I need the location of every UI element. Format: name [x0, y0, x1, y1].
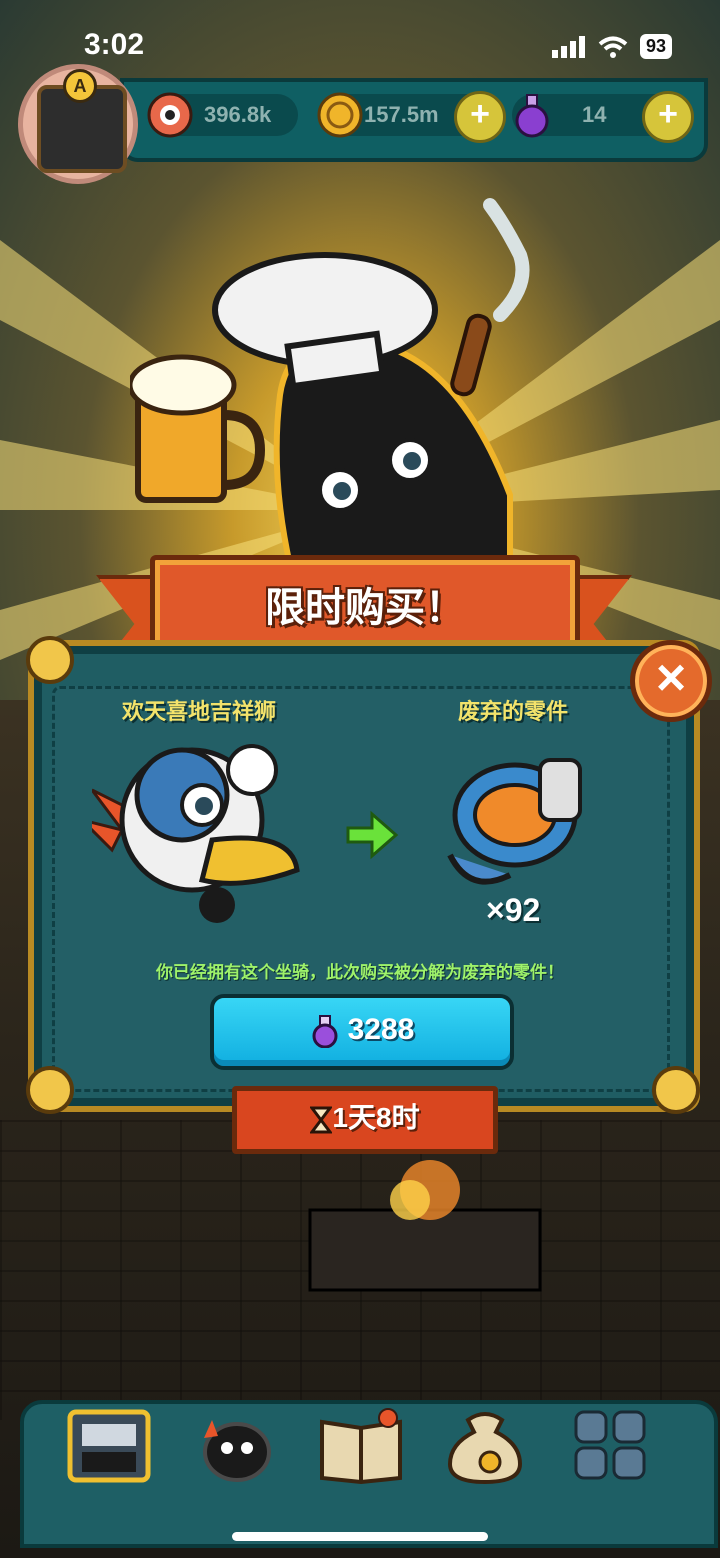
home-indicator[interactable]: [232, 1532, 488, 1541]
resource-coin: 157.5m +: [317, 91, 506, 143]
potion-icon: [515, 94, 549, 138]
hourglass-icon: [309, 1106, 334, 1134]
player-avatar[interactable]: A: [18, 64, 138, 184]
chef-mascot: [130, 198, 530, 565]
wifi-icon: [598, 36, 628, 58]
time-left: 1天8时: [332, 1102, 420, 1133]
nav-menu-icon[interactable]: [566, 1408, 656, 1484]
countdown-timer: 1天8时: [232, 1086, 498, 1154]
beer-mug-icon: [130, 354, 266, 503]
nav-book-icon[interactable]: [316, 1408, 406, 1484]
corner-ornament: [26, 636, 74, 684]
coin-icon: [317, 92, 363, 138]
item-quantity: ×92: [486, 892, 541, 928]
buy-price: 3288: [347, 1013, 415, 1046]
lion-mount-icon: [92, 744, 300, 923]
discarded-parts-icon: [447, 758, 582, 885]
corner-ornament: [26, 1066, 74, 1114]
buy-button[interactable]: 3288: [210, 994, 514, 1070]
corner-ornament: [652, 1066, 700, 1114]
status-icons: 93: [551, 34, 672, 59]
potion-icon: [312, 1015, 338, 1049]
ownership-notice: 你已经拥有这个坐骑，此次购买被分解为废弃的零件！: [156, 963, 564, 982]
close-icon: ×: [655, 649, 687, 707]
arrow-right-icon: [346, 810, 399, 860]
left-item-name: 欢天喜地吉祥狮: [122, 699, 277, 724]
avatar-badge: A: [63, 69, 97, 103]
signal-icon: [551, 35, 585, 58]
resource-eyeball: 396.8k: [147, 92, 298, 138]
add-potion-button[interactable]: +: [642, 91, 694, 143]
furnace-decoration: [308, 1160, 542, 1292]
resource-potion: 14 +: [512, 91, 694, 143]
right-item-name: 废弃的零件: [458, 699, 569, 724]
nav-monster-icon[interactable]: [192, 1408, 282, 1484]
nav-shop-icon[interactable]: [64, 1408, 154, 1484]
add-coin-button[interactable]: +: [454, 91, 506, 143]
eyeball-icon: [147, 92, 193, 138]
battery-indicator: 93: [639, 34, 672, 59]
close-button[interactable]: ×: [630, 640, 712, 722]
resource-value: 157.5m: [364, 102, 439, 127]
cigar-icon: [450, 198, 530, 397]
nav-bag-icon[interactable]: [440, 1408, 530, 1484]
resource-value: 396.8k: [204, 102, 272, 127]
status-time: 3:02: [84, 28, 145, 61]
resource-value: 14: [582, 102, 607, 127]
